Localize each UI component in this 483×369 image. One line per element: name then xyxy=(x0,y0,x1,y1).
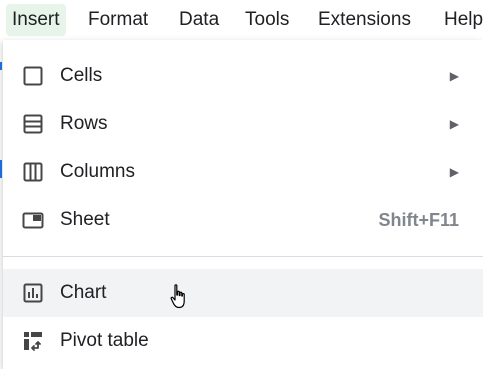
menu-item-columns[interactable]: Columns ▶ xyxy=(3,148,483,196)
submenu-arrow-icon: ▶ xyxy=(449,69,459,83)
menu-item-label: Sheet xyxy=(60,209,110,230)
rows-icon xyxy=(23,114,43,134)
menu-tools[interactable]: Tools xyxy=(239,4,295,36)
menu-item-label: Pivot table xyxy=(60,330,149,351)
cells-icon xyxy=(23,66,43,86)
sheet-icon xyxy=(22,212,44,229)
spreadsheet-window: Insert Format Data Tools Extensions Help… xyxy=(0,0,483,369)
pivot-table-icon xyxy=(24,332,42,351)
menu-extensions[interactable]: Extensions xyxy=(312,4,417,36)
cell-marker xyxy=(0,160,2,178)
columns-icon xyxy=(23,162,43,182)
submenu-arrow-icon: ▶ xyxy=(449,117,459,131)
menu-item-sheet[interactable]: Sheet Shift+F11 xyxy=(3,196,483,244)
menu-data[interactable]: Data xyxy=(173,4,225,36)
menu-item-label: Columns xyxy=(60,161,135,182)
menu-item-chart[interactable]: Chart xyxy=(3,269,483,317)
menu-divider xyxy=(3,256,483,257)
menu-item-pivot-table[interactable]: Pivot table xyxy=(3,317,483,365)
menu-bar: Insert Format Data Tools Extensions Help xyxy=(0,0,483,40)
insert-menu-dropdown: Cells ▶ Rows ▶ Columns ▶ Sheet Shift+F11… xyxy=(3,40,483,369)
cell-marker xyxy=(0,62,2,70)
menu-item-cells[interactable]: Cells ▶ xyxy=(3,52,483,100)
menu-item-label: Rows xyxy=(60,113,108,134)
submenu-arrow-icon: ▶ xyxy=(449,165,459,179)
menu-item-rows[interactable]: Rows ▶ xyxy=(3,100,483,148)
menu-format[interactable]: Format xyxy=(82,4,154,36)
hand-pointer-cursor-icon xyxy=(170,284,185,309)
menu-help[interactable]: Help xyxy=(438,4,483,36)
menu-item-label: Chart xyxy=(60,282,107,303)
menu-insert[interactable]: Insert xyxy=(6,4,66,36)
shortcut-hint: Shift+F11 xyxy=(378,210,459,230)
menu-item-label: Cells xyxy=(60,65,103,86)
chart-icon xyxy=(23,283,43,303)
